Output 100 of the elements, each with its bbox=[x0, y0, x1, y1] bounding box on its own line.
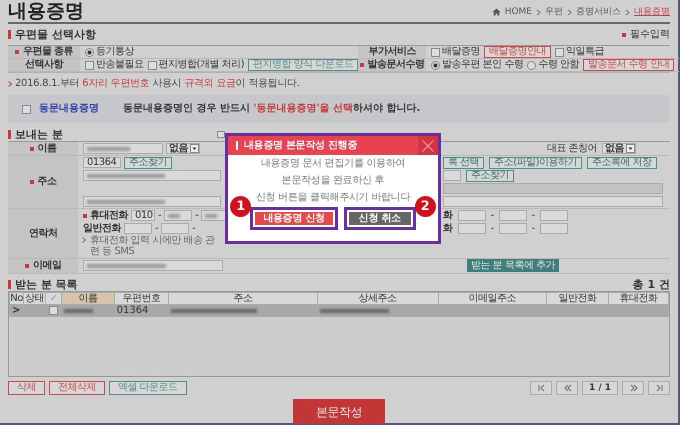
input-field[interactable] bbox=[443, 183, 663, 194]
table-cell: 01364 bbox=[114, 304, 168, 316]
field-label: 휴대전화 bbox=[90, 210, 128, 222]
blurred-field[interactable] bbox=[83, 170, 221, 181]
dialog-message: 신청 버튼을 클릭해주시기 바랍니다 bbox=[256, 191, 410, 205]
blurred-value bbox=[205, 214, 218, 218]
title-marker bbox=[236, 141, 238, 150]
notice-text: 2016.8.1.부터 6자리 우편번호 사용시 규격외 요금이 적용됩니다. bbox=[15, 77, 300, 91]
column-header[interactable]: 이메일주소 bbox=[438, 292, 547, 304]
section-title: 받는 분 목록 bbox=[15, 278, 78, 291]
column-header[interactable]: No bbox=[10, 292, 24, 304]
blurred-value bbox=[168, 214, 180, 218]
input-field[interactable] bbox=[540, 210, 568, 221]
input-field[interactable]: 010 bbox=[131, 210, 155, 221]
column-header[interactable]: 휴대전화 bbox=[608, 292, 668, 304]
checkbox[interactable] bbox=[148, 60, 156, 70]
input-field[interactable] bbox=[540, 223, 568, 234]
last-page-button[interactable] bbox=[648, 381, 670, 395]
blurred-value bbox=[320, 309, 390, 313]
dialog-message: 본문작성을 완료하신 후 bbox=[282, 174, 384, 188]
field-label: 대표 존칭어 bbox=[546, 142, 597, 154]
field-label: 이름 bbox=[38, 142, 56, 154]
input-field[interactable] bbox=[458, 210, 486, 221]
close-icon[interactable] bbox=[422, 140, 434, 152]
field-label: 화 bbox=[443, 222, 452, 234]
prev-page-icon[interactable] bbox=[562, 384, 572, 392]
outline-button[interactable]: 록 선택 bbox=[443, 156, 484, 168]
option-label[interactable]: 등기통상 bbox=[96, 46, 134, 58]
column-header[interactable]: 우편번호 bbox=[114, 292, 168, 304]
input-field[interactable] bbox=[458, 223, 486, 234]
option-label[interactable]: 익일특급 bbox=[566, 46, 604, 58]
last-page-icon[interactable] bbox=[654, 384, 664, 392]
radio-button[interactable] bbox=[85, 48, 94, 56]
bullet-icon bbox=[8, 81, 12, 87]
dash-text: - bbox=[155, 222, 158, 234]
radio-button[interactable] bbox=[527, 60, 536, 70]
checkbox-icon bbox=[216, 131, 225, 138]
chevron-icon bbox=[625, 8, 630, 16]
dash-text: - bbox=[192, 222, 196, 234]
checkbox[interactable] bbox=[555, 48, 564, 56]
write-body-button[interactable]: 본문작성 bbox=[293, 399, 385, 424]
dialog-message: 내용증명 문서 편집기를 이용하여 bbox=[260, 157, 406, 171]
outline-button[interactable]: 주소(파일)이용하기 bbox=[489, 156, 582, 168]
field-label: 일반전화 bbox=[83, 222, 121, 234]
dash-text: - bbox=[490, 210, 494, 222]
outline-button[interactable]: 주소록에 저장 bbox=[587, 156, 657, 168]
checkbox[interactable] bbox=[431, 48, 440, 56]
first-page-button[interactable] bbox=[530, 381, 552, 395]
blurred-field[interactable] bbox=[83, 143, 163, 154]
input-field[interactable]: 01364 bbox=[83, 157, 121, 168]
dialog-title: 내용증명 본문작성 진행중 bbox=[244, 140, 358, 152]
dash-text: - bbox=[532, 210, 535, 222]
field-label: 화 bbox=[443, 210, 452, 222]
breadcrumb-link[interactable]: 우편 bbox=[545, 6, 563, 18]
checkbox[interactable] bbox=[22, 104, 31, 114]
section-marker bbox=[8, 30, 11, 39]
table-cell: > bbox=[10, 304, 24, 316]
dialog-button[interactable]: 내용증명 신청 bbox=[255, 212, 333, 225]
first-page-icon[interactable] bbox=[536, 384, 546, 392]
bullet-icon bbox=[82, 237, 86, 243]
input-field[interactable] bbox=[498, 210, 527, 221]
field-label: 이메일 bbox=[32, 260, 62, 272]
input-field[interactable] bbox=[498, 223, 527, 234]
column-header[interactable]: 상세주소 bbox=[317, 292, 438, 304]
blurred-field[interactable] bbox=[83, 260, 223, 271]
field-label: 선택사항 bbox=[25, 59, 63, 71]
dialog-button[interactable]: 신청 취소 bbox=[348, 212, 411, 225]
input-field[interactable] bbox=[161, 223, 190, 234]
radio-button[interactable] bbox=[431, 60, 440, 70]
next-page-icon[interactable] bbox=[628, 384, 638, 392]
section-marker bbox=[8, 130, 11, 139]
column-header[interactable]: 일반전화 bbox=[546, 292, 608, 304]
required-mark bbox=[622, 32, 626, 36]
input-field[interactable] bbox=[443, 170, 461, 181]
option-label[interactable]: 반송불필요 bbox=[96, 59, 144, 71]
next-page-button[interactable] bbox=[622, 381, 644, 395]
outline-button[interactable]: 주소찾기 bbox=[124, 156, 172, 168]
checkbox[interactable] bbox=[85, 60, 94, 70]
input-field[interactable] bbox=[443, 196, 663, 207]
step-number: 2 bbox=[414, 196, 436, 217]
option-label[interactable]: 배달증명 bbox=[442, 46, 480, 58]
add-recipient-button[interactable]: 받는 분 목록에 추가 bbox=[467, 259, 560, 272]
blurred-field[interactable] bbox=[164, 210, 192, 221]
dash-text: - bbox=[490, 222, 494, 234]
column-header[interactable]: 주소 bbox=[168, 292, 318, 304]
option-label[interactable]: 발송우편 본인 수령 bbox=[442, 59, 524, 71]
dash-text: - bbox=[195, 210, 198, 222]
page-title: 내용증명 bbox=[8, 0, 84, 22]
blurred-field[interactable] bbox=[83, 196, 221, 207]
option-label[interactable]: 수령 안함 bbox=[538, 59, 580, 71]
previous-page-button[interactable] bbox=[556, 381, 578, 395]
input-field[interactable] bbox=[124, 223, 152, 234]
column-header[interactable]: 상태 bbox=[24, 292, 46, 304]
breadcrumb-link[interactable]: HOME bbox=[504, 6, 532, 18]
breadcrumb-link[interactable]: 증명서비스 bbox=[576, 6, 621, 18]
column-header[interactable]: 이름 bbox=[62, 292, 114, 304]
option-label[interactable]: 편지병합(개별 처리) bbox=[158, 59, 244, 71]
checkbox[interactable] bbox=[49, 306, 58, 315]
close-button[interactable] bbox=[418, 136, 438, 155]
outline-button[interactable]: 주소찾기 bbox=[466, 170, 514, 182]
